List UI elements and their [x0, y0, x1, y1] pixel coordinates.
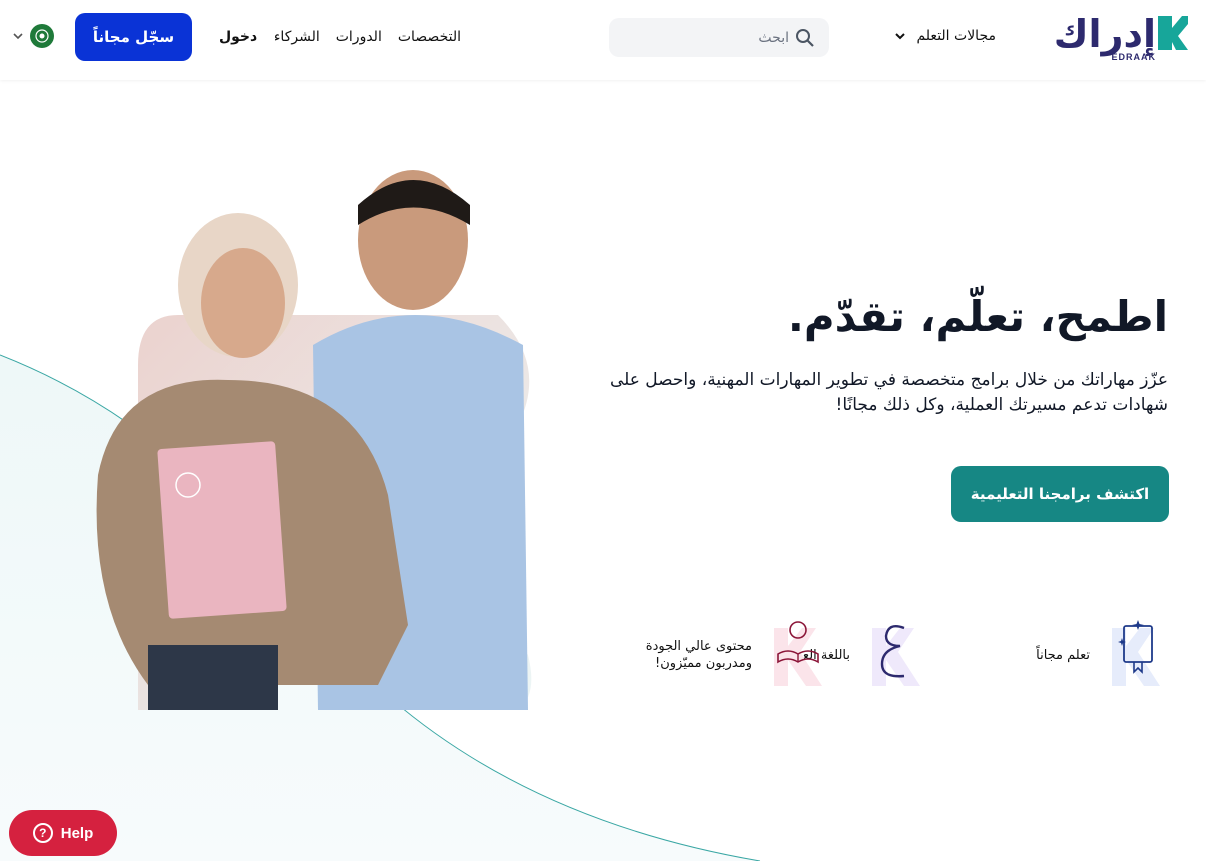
- hero-title: اطمح، تعلّم، تقدّم.: [787, 292, 1169, 341]
- learning-fields-label: مجالات التعلم: [916, 28, 996, 44]
- nav-partners[interactable]: الشركاء: [274, 29, 320, 45]
- feature-learn-free-label: تعلم مجاناً: [1036, 647, 1090, 663]
- edraak-logo[interactable]: إدراك EDRAAK: [1053, 12, 1188, 66]
- logo-english-text: EDRAAK: [1111, 52, 1156, 62]
- signup-button[interactable]: سجّل مجاناً: [75, 13, 192, 61]
- chevron-down-icon: [895, 33, 906, 40]
- explore-programs-button[interactable]: اكتشف برامجنا التعليمية: [951, 466, 1169, 522]
- logo-arabic-text: إدراك: [1053, 12, 1157, 56]
- language-selector[interactable]: [12, 24, 54, 48]
- search-icon[interactable]: [795, 28, 815, 48]
- quality-content-icon: [766, 620, 830, 692]
- logo-k-mark-icon: [1158, 16, 1188, 50]
- nav-specializations[interactable]: التخصصات: [398, 29, 461, 45]
- arabic-letter-icon: [864, 620, 928, 692]
- feature-quality-label: محتوى عالي الجودة ومدربون مميّزون!: [646, 639, 752, 673]
- help-button[interactable]: ? Help: [9, 810, 117, 856]
- help-label: Help: [60, 824, 94, 842]
- feature-quality-line2: ومدربون مميّزون!: [655, 656, 752, 671]
- chevron-down-icon: [13, 33, 23, 40]
- feature-quality: محتوى عالي الجودة ومدربون مميّزون!: [646, 620, 830, 692]
- login-link[interactable]: دخول: [219, 29, 257, 45]
- feature-learn-free: تعلم مجاناً: [1036, 620, 1168, 692]
- search-input[interactable]: [619, 18, 789, 57]
- arabic-language-flag-icon: [30, 24, 54, 48]
- learning-fields-dropdown[interactable]: مجالات التعلم: [894, 28, 996, 44]
- help-question-icon: ?: [32, 823, 53, 843]
- free-book-icon: [1104, 620, 1168, 692]
- hero-description: عزّز مهاراتك من خلال برامج متخصصة في تطو…: [609, 370, 1168, 415]
- nav-courses[interactable]: الدورات: [336, 29, 382, 45]
- hero-students-image: [96, 170, 532, 710]
- search-box[interactable]: [609, 18, 829, 57]
- feature-quality-line1: محتوى عالي الجودة: [645, 639, 752, 655]
- site-header: إدراك EDRAAK مجالات التعلم التخصصات الدو…: [0, 0, 1206, 80]
- main-nav: التخصصات الدورات الشركاء: [274, 29, 461, 45]
